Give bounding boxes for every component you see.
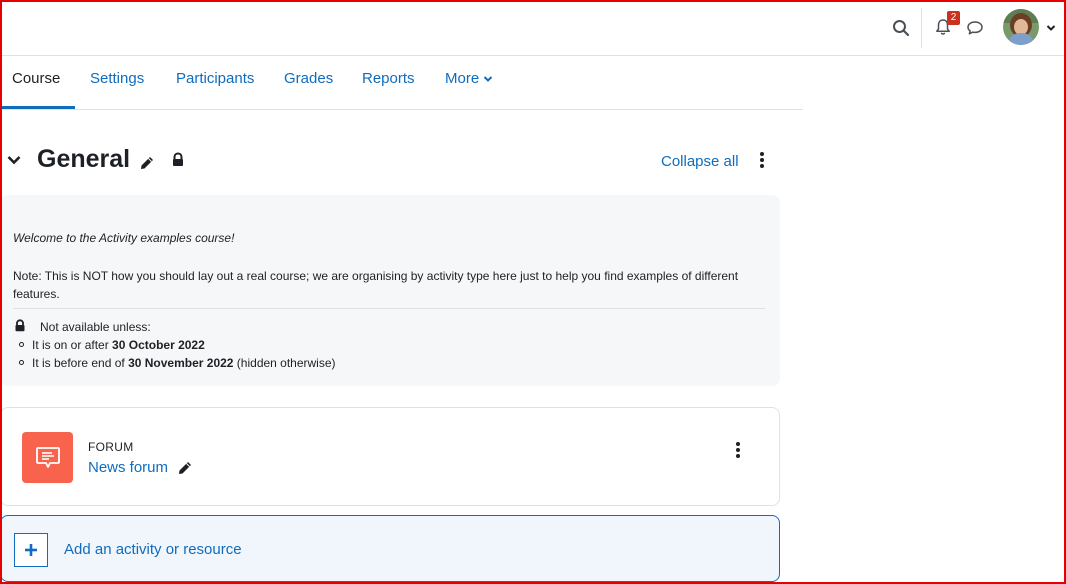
kebab-menu-icon <box>736 442 740 458</box>
tab-reports[interactable]: Reports <box>362 70 415 87</box>
restriction-conditions-list: It is on or after 30 October 2022 It is … <box>0 336 336 372</box>
condition-prefix: It is on or after <box>32 338 113 352</box>
notification-badge: 2 <box>947 11 960 25</box>
active-tab-indicator <box>2 106 75 109</box>
activity-item-news-forum: FORUM News forum <box>0 407 780 506</box>
bullet-marker <box>19 360 24 365</box>
restriction-heading: Not available unless: <box>40 320 151 334</box>
navbar-divider <box>921 8 922 48</box>
user-avatar[interactable] <box>1003 9 1039 45</box>
tab-grades[interactable]: Grades <box>284 70 333 87</box>
activity-type-label: FORUM <box>88 440 134 454</box>
condition-date: 30 November 2022 <box>128 356 234 370</box>
tab-participants[interactable]: Participants <box>176 70 254 87</box>
lock-icon <box>14 319 26 332</box>
tab-settings[interactable]: Settings <box>90 70 144 87</box>
summary-welcome-text: Welcome to the Activity examples course! <box>13 231 235 245</box>
chat-icon <box>967 21 983 35</box>
messages-button[interactable] <box>963 16 987 40</box>
forum-icon <box>22 432 73 483</box>
search-button[interactable] <box>889 16 913 40</box>
section-actions-menu[interactable] <box>754 150 770 170</box>
edit-activity-name-button[interactable] <box>177 460 193 476</box>
pencil-icon <box>141 157 153 169</box>
chevron-down-icon <box>7 156 21 165</box>
edit-section-title-button[interactable] <box>139 155 155 171</box>
collapse-all-link[interactable]: Collapse all <box>661 153 739 170</box>
top-navbar: 2 <box>0 0 1066 56</box>
tab-more[interactable]: More <box>445 70 493 87</box>
lock-icon <box>171 152 185 168</box>
condition-prefix: It is before end of <box>32 356 129 370</box>
summary-note-text: Note: This is NOT how you should lay out… <box>13 269 739 301</box>
chevron-down-icon <box>1046 25 1056 31</box>
add-activity-label: Add an activity or resource <box>64 541 242 558</box>
section-summary: Welcome to the Activity examples course!… <box>0 195 780 386</box>
summary-divider <box>13 308 765 309</box>
activity-actions-menu[interactable] <box>730 440 746 460</box>
pencil-icon <box>179 462 191 474</box>
search-icon <box>893 20 910 37</box>
avatar-image <box>1003 9 1039 45</box>
condition-suffix: (hidden otherwise) <box>233 356 336 370</box>
tab-course[interactable]: Course <box>12 70 60 87</box>
condition-date: 30 October 2022 <box>112 338 205 352</box>
section-collapse-toggle[interactable] <box>6 152 24 170</box>
user-menu-toggle[interactable] <box>1043 20 1059 36</box>
plus-icon <box>14 533 48 567</box>
activity-name-link[interactable]: News forum <box>88 459 168 476</box>
kebab-menu-icon <box>760 152 764 168</box>
bullet-marker <box>19 342 24 347</box>
restriction-condition: It is before end of 30 November 2022 (hi… <box>0 354 336 372</box>
course-secondary-nav: Course Settings Participants Grades Repo… <box>0 56 803 110</box>
restriction-condition: It is on or after 30 October 2022 <box>0 336 336 354</box>
add-activity-button[interactable]: Add an activity or resource <box>0 515 780 582</box>
section-title: General <box>37 145 131 173</box>
tab-more-label: More <box>445 70 480 87</box>
chevron-down-icon <box>483 75 493 82</box>
